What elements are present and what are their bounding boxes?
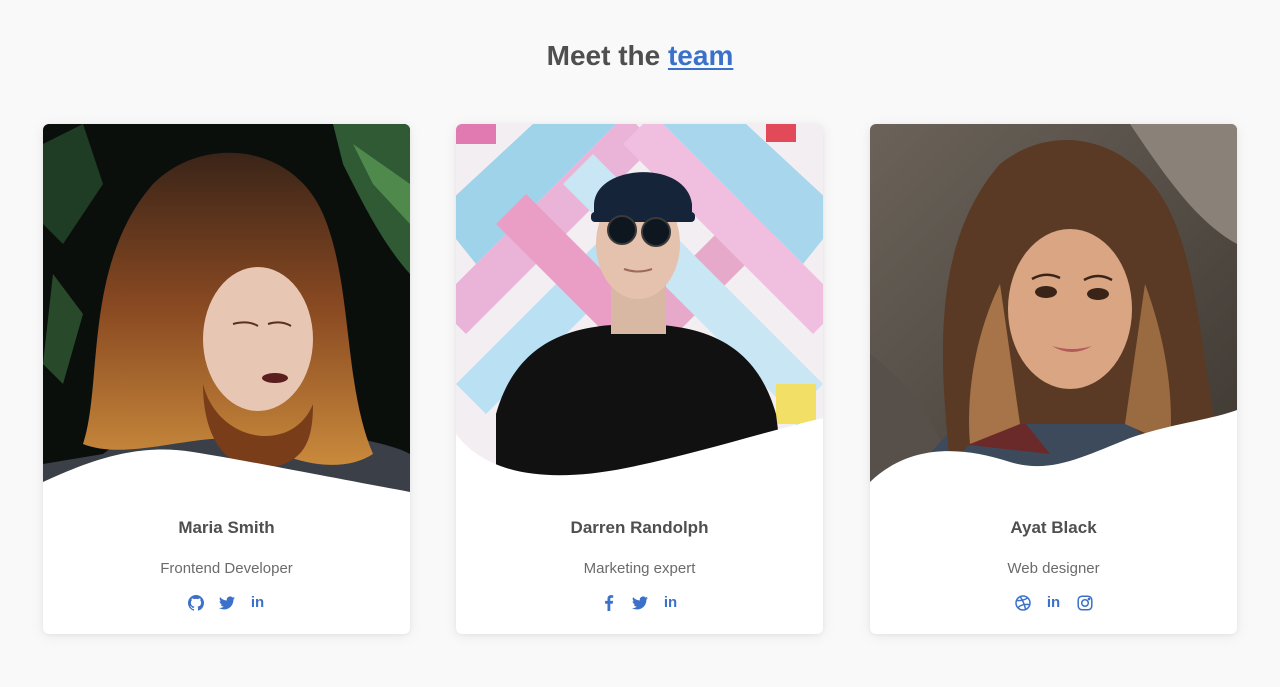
linkedin-icon[interactable]: in	[249, 594, 266, 611]
social-links: in	[870, 594, 1237, 611]
heading-text: Meet the	[546, 40, 661, 71]
linkedin-label: in	[250, 594, 265, 611]
member-name: Darren Randolph	[570, 518, 709, 537]
social-links: in	[456, 594, 823, 611]
member-name: Maria Smith	[178, 518, 275, 537]
dribbble-icon[interactable]	[1014, 594, 1031, 611]
section-heading: Meet the team	[0, 40, 1280, 72]
instagram-icon[interactable]	[1076, 594, 1093, 611]
member-name: Ayat Black	[1010, 518, 1097, 537]
wave-divider	[870, 410, 1237, 504]
wave-divider	[456, 418, 823, 504]
linkedin-icon[interactable]: in	[662, 594, 679, 611]
linkedin-label: in	[663, 594, 678, 611]
wave-divider	[43, 449, 410, 504]
facebook-icon[interactable]	[600, 594, 617, 611]
team-card-ayat-black: Ayat Black Web designer in	[870, 124, 1237, 634]
twitter-icon[interactable]	[631, 594, 648, 611]
github-icon[interactable]	[187, 594, 204, 611]
member-role: Frontend Developer	[160, 560, 293, 577]
team-card-darren-randolph: Darren Randolph Marketing expert in	[456, 124, 823, 634]
linkedin-icon[interactable]: in	[1045, 594, 1062, 611]
twitter-icon[interactable]	[218, 594, 235, 611]
member-role: Web designer	[1007, 560, 1100, 577]
social-links: in	[43, 594, 410, 611]
team-card-maria-smith: Maria Smith Frontend Developer in	[43, 124, 410, 634]
member-role: Marketing expert	[583, 560, 696, 577]
team-link[interactable]: team	[668, 40, 733, 71]
linkedin-label: in	[1046, 594, 1061, 611]
